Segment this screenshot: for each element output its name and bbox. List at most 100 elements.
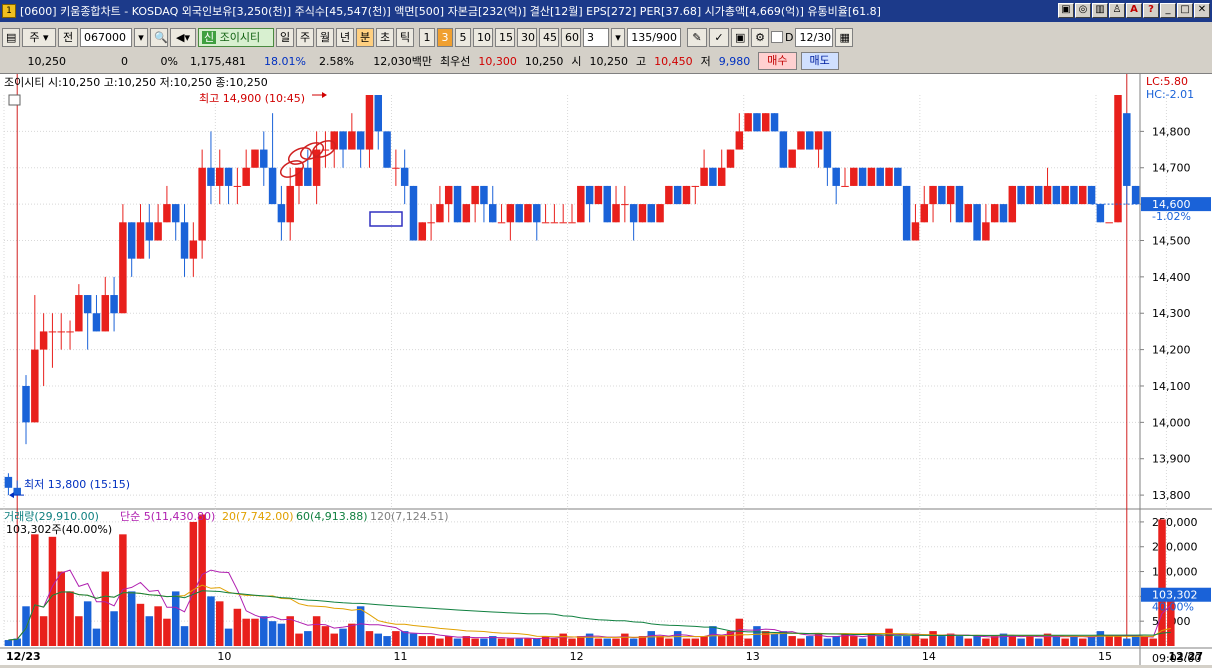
candle-body (858, 167, 867, 186)
code-input[interactable]: 067000 (80, 27, 132, 47)
volume-bar (92, 628, 101, 646)
lc-label: LC:5.80 (1146, 75, 1188, 88)
candle-body (823, 131, 832, 168)
save-icon[interactable]: ▣ (731, 27, 749, 47)
link-icon[interactable]: ▣ (1058, 3, 1074, 18)
volume-bar (850, 636, 858, 646)
volume-bar (524, 638, 532, 646)
chart-background (0, 74, 1212, 665)
candle-body (541, 222, 550, 224)
candle-body (779, 131, 788, 168)
volume-bar (260, 616, 268, 646)
period-week[interactable]: 주 (296, 27, 314, 47)
layout-icon[interactable]: ▥ (1092, 3, 1108, 18)
candle-body (224, 167, 233, 186)
candle-body (1061, 185, 1069, 205)
candle-body (22, 385, 30, 423)
interval-10[interactable]: 10 (473, 27, 493, 47)
volume-bar (312, 616, 321, 646)
code-dropdown-icon[interactable]: ▾ (134, 27, 148, 47)
time-tick-label: 14 (922, 650, 936, 663)
minimize-button[interactable]: _ (1160, 3, 1176, 18)
ma60-label: 60(4,913.88) (296, 510, 368, 523)
volume-bar (629, 638, 638, 646)
volume-bar (1026, 636, 1034, 646)
candle-body (814, 131, 823, 150)
candle-body (982, 222, 990, 241)
speaker-icon[interactable]: ◀▾ (170, 27, 196, 47)
prev-button[interactable]: 전 (58, 27, 78, 47)
quote-vol-ratio: 18.01% (264, 54, 306, 68)
candle-body (876, 167, 884, 186)
interval-dropdown-icon[interactable]: ▾ (611, 27, 625, 47)
grid-toggle-icon[interactable] (8, 94, 21, 106)
candle-body (418, 222, 427, 241)
candle-body (1052, 185, 1061, 205)
candle-body (163, 204, 171, 223)
volume-bar (559, 633, 567, 646)
volume-bar (964, 638, 973, 646)
price-chart-svg[interactable]: 14,80014,70014,60014,50014,40014,30014,2… (0, 74, 1212, 665)
volume-bar (1123, 638, 1131, 646)
interval-input[interactable]: 3 (583, 27, 609, 47)
close-button[interactable]: ✕ (1194, 3, 1210, 18)
settings-icon[interactable]: ⚙ (751, 27, 769, 47)
interval-3[interactable]: 3 (437, 27, 453, 47)
ma20-label: 20(7,742.00) (222, 510, 294, 523)
stock-name-field[interactable]: 신 조이시티 (198, 27, 274, 47)
count-input[interactable]: 135/900 (627, 27, 681, 47)
interval-60[interactable]: 60 (561, 27, 581, 47)
candle-body (400, 167, 409, 186)
volume-bar (4, 640, 13, 646)
interval-15[interactable]: 15 (495, 27, 515, 47)
candle-body (101, 295, 110, 332)
open-label: 시 (571, 55, 582, 68)
market-select[interactable]: 주 ▾ (22, 27, 56, 47)
volume-bar (224, 628, 233, 646)
period-tick[interactable]: 틱 (396, 27, 414, 47)
tool-icon[interactable]: ✎ (687, 27, 707, 47)
sell-button[interactable]: 매도 (800, 52, 839, 70)
candle-body (850, 167, 858, 186)
volume-bar (1158, 519, 1166, 646)
best-bid: 10,250 (524, 54, 564, 68)
calendar-icon[interactable]: ▦ (835, 27, 854, 47)
maximize-button[interactable]: □ (1177, 3, 1193, 18)
candle-body (1017, 185, 1025, 205)
date-input[interactable]: 12/30 (795, 27, 834, 47)
candle-body (515, 204, 523, 223)
candle-body (656, 204, 664, 223)
period-month[interactable]: 월 (316, 27, 334, 47)
date-checkbox[interactable] (771, 31, 783, 43)
title-bar: 1 [0600] 키움종합차트 - KOSDAQ 외국인보유[3,250(천)]… (0, 0, 1212, 22)
chart-icon[interactable]: ✓ (709, 27, 729, 47)
chart-type-icon[interactable]: ▤ (2, 27, 20, 47)
volume-bar (22, 606, 30, 646)
interval-1[interactable]: 1 (419, 27, 435, 47)
interval-30[interactable]: 30 (517, 27, 537, 47)
chart-area[interactable]: 14,80014,70014,60014,50014,40014,30014,2… (0, 73, 1212, 665)
search-icon[interactable]: 🔍 (150, 27, 168, 47)
print-icon[interactable]: ♙ (1109, 3, 1125, 18)
interval-5[interactable]: 5 (455, 27, 471, 47)
candle-body (691, 185, 700, 187)
candle-body (189, 240, 198, 259)
period-minute[interactable]: 분 (356, 27, 374, 47)
quote-change: 0 (121, 54, 128, 68)
buy-button[interactable]: 매수 (758, 52, 797, 70)
candle-body (233, 185, 242, 187)
sync-icon[interactable]: ◎ (1075, 3, 1091, 18)
price-tick-label: 13,800 (1152, 489, 1191, 502)
font-icon[interactable]: A (1126, 3, 1142, 18)
time-tick-label: 12 (570, 650, 584, 663)
period-year[interactable]: 년 (336, 27, 354, 47)
volume-bar (1061, 638, 1069, 646)
volume-bar (436, 638, 444, 646)
period-day[interactable]: 일 (276, 27, 294, 47)
open-value: 10,250 (589, 54, 629, 68)
interval-45[interactable]: 45 (539, 27, 559, 47)
help-icon[interactable]: ? (1143, 3, 1159, 18)
period-second[interactable]: 초 (376, 27, 394, 47)
volume-bar (955, 636, 964, 646)
volume-bar (251, 618, 259, 646)
